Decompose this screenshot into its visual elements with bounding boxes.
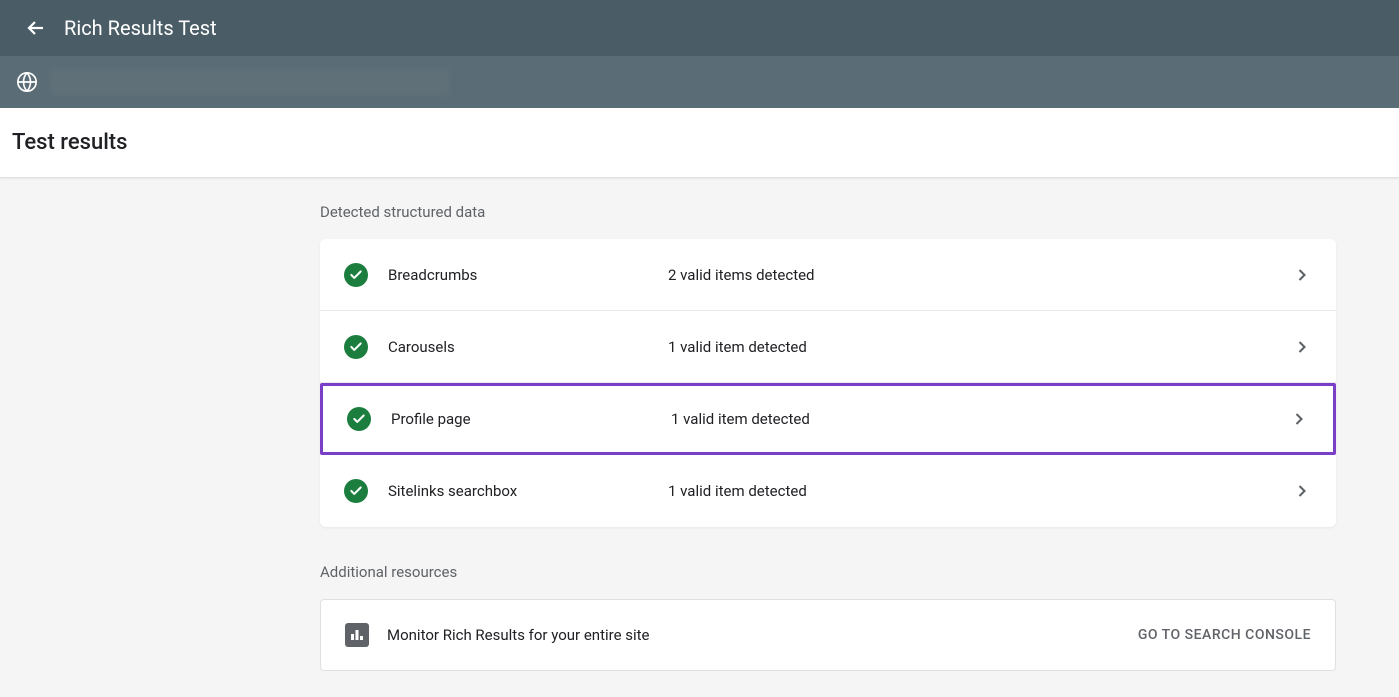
globe-icon bbox=[16, 71, 38, 93]
check-circle-icon bbox=[344, 479, 368, 503]
check-circle-icon bbox=[344, 263, 368, 287]
result-name: Breadcrumbs bbox=[388, 266, 668, 284]
monitor-left: Monitor Rich Results for your entire sit… bbox=[345, 623, 650, 647]
go-to-search-console-link[interactable]: GO TO SEARCH CONSOLE bbox=[1138, 627, 1311, 643]
result-row-carousels[interactable]: Carousels1 valid item detected bbox=[320, 311, 1336, 383]
result-row-breadcrumbs[interactable]: Breadcrumbs2 valid items detected bbox=[320, 239, 1336, 311]
result-name: Sitelinks searchbox bbox=[388, 482, 668, 500]
result-status: 1 valid item detected bbox=[671, 410, 1289, 428]
arrow-left-icon bbox=[24, 16, 48, 40]
url-redacted bbox=[50, 68, 450, 96]
results-header: Test results bbox=[0, 108, 1399, 178]
monitor-card[interactable]: Monitor Rich Results for your entire sit… bbox=[320, 599, 1336, 671]
app-title: Rich Results Test bbox=[64, 16, 217, 40]
additional-section-label: Additional resources bbox=[320, 563, 1336, 581]
check-circle-icon bbox=[344, 335, 368, 359]
check-circle-icon bbox=[347, 407, 371, 431]
result-name: Profile page bbox=[391, 410, 671, 428]
chevron-right-icon bbox=[1292, 337, 1312, 357]
bar-chart-icon bbox=[345, 623, 369, 647]
chevron-right-icon bbox=[1292, 481, 1312, 501]
detected-section-label: Detected structured data bbox=[320, 203, 1336, 221]
result-status: 1 valid item detected bbox=[668, 482, 1292, 500]
result-row-sitelinks-searchbox[interactable]: Sitelinks searchbox1 valid item detected bbox=[320, 455, 1336, 527]
result-row-profile-page[interactable]: Profile page1 valid item detected bbox=[320, 383, 1336, 455]
result-status: 2 valid items detected bbox=[668, 266, 1292, 284]
monitor-text: Monitor Rich Results for your entire sit… bbox=[387, 626, 650, 644]
results-heading: Test results bbox=[12, 130, 127, 155]
result-name: Carousels bbox=[388, 338, 668, 356]
top-header: Rich Results Test bbox=[0, 0, 1399, 56]
back-arrow-button[interactable] bbox=[16, 8, 56, 48]
detected-items-list: Breadcrumbs2 valid items detectedCarouse… bbox=[320, 239, 1336, 527]
chevron-right-icon bbox=[1289, 409, 1309, 429]
chevron-right-icon bbox=[1292, 265, 1312, 285]
result-status: 1 valid item detected bbox=[668, 338, 1292, 356]
url-bar bbox=[0, 56, 1399, 108]
main-content: Detected structured data Breadcrumbs2 va… bbox=[320, 179, 1336, 671]
